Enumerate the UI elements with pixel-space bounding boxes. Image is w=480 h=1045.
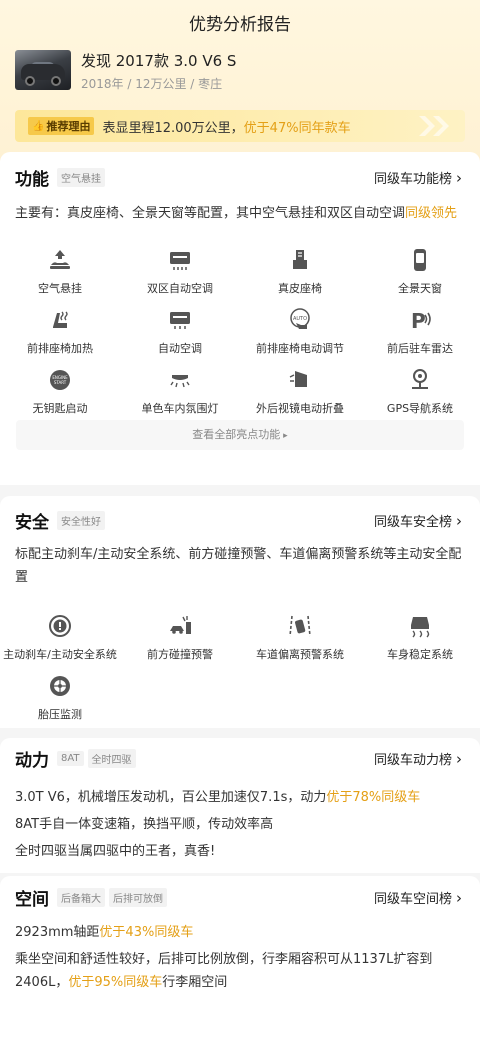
space-desc: 2923mm轴距优于43%同级车 乘坐空间和舒适性较好，后排可比例放倒，行李厢容… (15, 925, 433, 990)
features-section: 功能 空气悬挂 同级车功能榜 主要有：真皮座椅、全景天窗等配置，其中空气悬挂和双… (0, 152, 480, 485)
safety-desc: 标配主动刹车/主动安全系统、前方碰撞预警、车道偏离预警系统等主动安全配置 (15, 547, 462, 585)
keyless-start-icon: ENGINE START (47, 367, 73, 393)
svg-text:START: START (54, 380, 67, 385)
recommend-text: 表显里程12.00万公里，优于47%同年款车 (102, 120, 351, 136)
page-title: 优势分析报告 (189, 15, 291, 35)
power-seat-icon: AUTO (287, 307, 313, 333)
feature-item[interactable]: 主动刹车/主动安全系统 (0, 613, 120, 673)
section-tag: 8AT (57, 750, 84, 766)
section-tag: 安全性好 (57, 510, 105, 530)
feature-label: 车身稳定系统 (387, 648, 453, 661)
feature-label: 单色车内氛围灯 (141, 402, 219, 415)
active-brake-icon (47, 613, 73, 639)
seat-heating-icon (47, 307, 73, 333)
features-grid: 空气悬挂 双区自动空调 真皮座椅 全景天窗前排座椅加热 自动空调 AUTO 前排座椅电动调节… (0, 247, 480, 427)
feature-item[interactable]: ENGINE START 无钥匙启动 (0, 367, 120, 427)
feature-item[interactable]: 胎压监测 (0, 673, 120, 733)
feature-item[interactable]: 双区自动空调 (120, 247, 240, 307)
recommend-banner: 👍 推荐理由 表显里程12.00万公里，优于47%同年款车 (15, 110, 465, 142)
feature-item[interactable]: 车身稳定系统 (360, 613, 480, 673)
air-suspension-icon (47, 247, 73, 273)
safety-rank-link[interactable]: 同级车安全榜 (374, 511, 462, 530)
recommend-badge: 👍 推荐理由 (28, 117, 95, 135)
feature-label: 无钥匙启动 (32, 402, 88, 415)
header-area: 优势分析报告 发现 2017款 3.0 V6 S 2018年 / 12万公里 /… (0, 0, 480, 162)
power-rank-link[interactable]: 同级车动力榜 (374, 749, 462, 768)
gps-icon (407, 367, 433, 393)
section-tag: 后备箱大 (57, 887, 105, 907)
feature-label: 自动空调 (158, 342, 202, 355)
feature-item[interactable]: 全景天窗 (360, 247, 480, 307)
thumb-up-icon: 👍 (32, 120, 45, 132)
feature-label: 空气悬挂 (38, 282, 82, 295)
feature-label: 外后视镜电动折叠 (256, 402, 344, 415)
section-tag: 后排可放倒 (109, 887, 167, 907)
space-section: 空间 后备箱大 后排可放倒 同级车空间榜 2923mm轴距优于43%同级车 乘坐… (0, 876, 480, 1045)
chevron-decoration-icon (419, 116, 449, 136)
power-section: 动力 8AT 全时四驱 同级车动力榜 3.0T V6，机械增压发动机，百公里加速… (0, 738, 480, 873)
collision-warning-icon (167, 613, 193, 639)
feature-item[interactable]: 车道偏离预警系统 (240, 613, 360, 673)
feature-label: 双区自动空调 (147, 282, 213, 295)
feature-label: 真皮座椅 (278, 282, 322, 295)
auto-ac-icon (167, 307, 193, 333)
car-summary[interactable]: 发现 2017款 3.0 V6 S 2018年 / 12万公里 / 枣庄 (15, 50, 236, 92)
feature-item[interactable]: 前排座椅加热 (0, 307, 120, 367)
feature-item[interactable]: 自动空调 (120, 307, 240, 367)
feature-label: 前排座椅电动调节 (256, 342, 344, 355)
section-title: 动力 (15, 750, 49, 771)
section-title: 空间 (15, 889, 49, 910)
section-tag: 空气悬挂 (57, 167, 105, 187)
feature-item[interactable]: 外后视镜电动折叠 (240, 367, 360, 427)
panoramic-sunroof-icon (407, 247, 433, 273)
feature-item[interactable]: 真皮座椅 (240, 247, 360, 307)
feature-label: 车道偏离预警系统 (256, 648, 344, 661)
car-name: 发现 2017款 3.0 V6 S (81, 52, 237, 70)
feature-item[interactable]: AUTO 前排座椅电动调节 (240, 307, 360, 367)
feature-label: 前方碰撞预警 (147, 648, 213, 661)
feature-item[interactable]: 空气悬挂 (0, 247, 120, 307)
section-tag: 全时四驱 (87, 748, 136, 768)
ambient-light-icon (167, 367, 193, 393)
feature-label: 前排座椅加热 (27, 342, 93, 355)
feature-item[interactable]: P 前后驻车雷达 (360, 307, 480, 367)
svg-text:P: P (411, 309, 426, 333)
feature-label: 前后驻车雷达 (387, 342, 453, 355)
feature-label: 全景天窗 (398, 282, 442, 295)
tire-pressure-icon (47, 673, 73, 699)
section-title: 安全 (15, 512, 49, 533)
leather-seat-icon (287, 247, 313, 273)
features-rank-link[interactable]: 同级车功能榜 (374, 168, 462, 187)
svg-text:AUTO: AUTO (293, 316, 307, 322)
power-desc: 3.0T V6，机械增压发动机，百公里加速仅7.1s，动力优于78%同级车 8A… (15, 790, 421, 859)
feature-item[interactable]: 前方碰撞预警 (120, 613, 240, 673)
section-title: 功能 (15, 169, 49, 190)
safety-section: 安全 安全性好 同级车安全榜 标配主动刹车/主动安全系统、前方碰撞预警、车道偏离… (0, 496, 480, 728)
safety-grid: 主动刹车/主动安全系统 前方碰撞预警 车道偏离预警系统 车身稳定系统胎压监测 (0, 613, 480, 733)
dual-zone-ac-icon (167, 247, 193, 273)
car-thumbnail (15, 50, 71, 90)
feature-item[interactable]: 单色车内氛围灯 (120, 367, 240, 427)
feature-label: GPS导航系统 (386, 402, 454, 415)
mirror-fold-icon (287, 367, 313, 393)
parking-radar-icon: P (407, 307, 433, 333)
feature-label: 胎压监测 (38, 708, 82, 721)
feature-label: 主动刹车/主动安全系统 (3, 648, 117, 661)
stability-control-icon (407, 613, 433, 639)
lane-departure-icon (287, 613, 313, 639)
features-desc: 主要有：真皮座椅、全景天窗等配置，其中空气悬挂和双区自动空调同级领先 (15, 206, 458, 221)
car-meta: 2018年 / 12万公里 / 枣庄 (81, 77, 223, 91)
feature-item[interactable]: GPS导航系统 (360, 367, 480, 427)
space-rank-link[interactable]: 同级车空间榜 (374, 888, 462, 907)
